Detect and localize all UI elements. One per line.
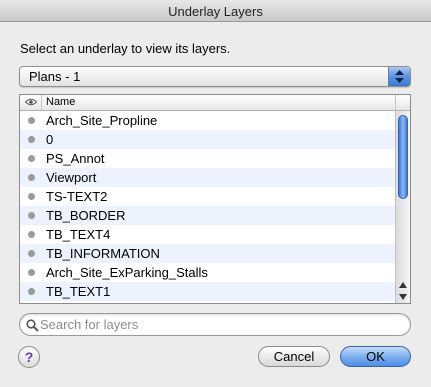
underlay-select[interactable]: Plans - 1 — [19, 66, 411, 87]
layer-row[interactable]: TB_TEXT4 — [20, 225, 396, 244]
table-header: Name — [20, 95, 410, 111]
help-button[interactable]: ? — [18, 346, 40, 368]
layer-row[interactable]: TB_INFORMATION — [20, 244, 396, 263]
layer-name: TS-TEXT2 — [46, 189, 108, 204]
visibility-dot-icon[interactable] — [28, 155, 35, 162]
instruction-text: Select an underlay to view its layers. — [20, 41, 231, 56]
layer-name: TB_INFORMATION — [46, 246, 160, 261]
layers-table[interactable]: Name Arch_Site_Propline 0 PS_Annot Viewport… — [19, 94, 411, 304]
layer-row[interactable]: 0 — [20, 130, 396, 149]
layer-name: Arch_Site_Propline — [46, 113, 158, 128]
visibility-dot-icon[interactable] — [28, 193, 35, 200]
search-input[interactable] — [40, 316, 400, 333]
layer-row[interactable]: PS_Annot — [20, 149, 396, 168]
visibility-dot-icon[interactable] — [28, 117, 35, 124]
layer-name: TB_TEXT4 — [46, 227, 111, 242]
layer-row[interactable]: Arch_Site_ExParking_Stalls — [20, 263, 396, 282]
ok-button[interactable]: OK — [340, 346, 411, 367]
search-icon — [26, 319, 39, 332]
window-title: Underlay Layers — [168, 4, 263, 19]
layer-name: Viewport — [46, 170, 97, 185]
column-divider — [395, 95, 396, 110]
visibility-dot-icon[interactable] — [28, 136, 35, 143]
scroll-up-arrow-icon[interactable] — [399, 282, 407, 288]
visibility-column-header[interactable] — [20, 95, 42, 110]
layer-name: 0 — [46, 132, 54, 147]
layer-row[interactable]: TB_TEXT1 — [20, 282, 396, 301]
layer-search-field[interactable] — [19, 313, 411, 336]
name-column-header[interactable]: Name — [46, 96, 75, 108]
select-stepper-icon — [388, 67, 410, 86]
layer-row[interactable]: TS-TEXT2 — [20, 187, 396, 206]
visibility-dot-icon[interactable] — [28, 174, 35, 181]
layer-name: Arch_Site_ExParking_Stalls — [46, 265, 208, 280]
scroll-down-arrow-icon[interactable] — [399, 294, 407, 300]
visibility-dot-icon[interactable] — [28, 212, 35, 219]
layer-name: TB_TEXT1 — [46, 284, 111, 299]
layer-name: TB_BORDER — [46, 208, 126, 223]
title-bar[interactable]: Underlay Layers — [0, 0, 431, 22]
underlay-select-value: Plans - 1 — [29, 69, 81, 84]
scrollbar-thumb[interactable] — [398, 115, 408, 199]
visibility-dot-icon[interactable] — [28, 288, 35, 295]
layer-name: PS_Annot — [46, 151, 105, 166]
visibility-dot-icon[interactable] — [28, 269, 35, 276]
eye-icon — [25, 98, 37, 106]
cancel-button[interactable]: Cancel — [258, 346, 330, 367]
visibility-dot-icon[interactable] — [28, 250, 35, 257]
layer-row[interactable]: TB_BORDER — [20, 206, 396, 225]
layer-row[interactable]: Arch_Site_Propline — [20, 111, 396, 130]
vertical-scrollbar[interactable] — [395, 111, 410, 303]
visibility-dot-icon[interactable] — [28, 231, 35, 238]
layers-list: Arch_Site_Propline 0 PS_Annot Viewport TS-TE… — [20, 111, 396, 301]
layer-row[interactable]: Viewport — [20, 168, 396, 187]
